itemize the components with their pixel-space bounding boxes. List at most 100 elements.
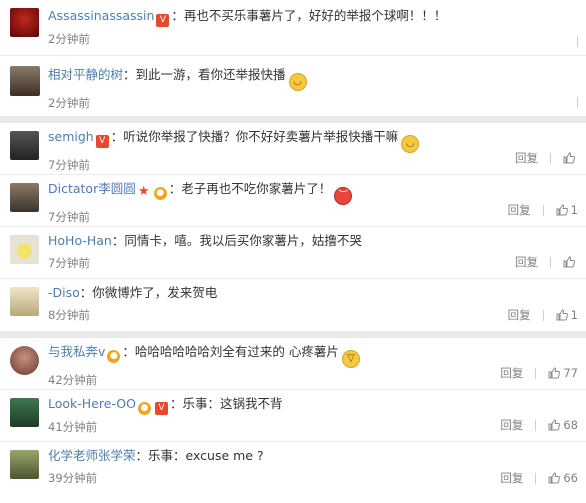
thumbs-up-icon: [563, 152, 575, 164]
user-name[interactable]: 化学老师张学荣: [48, 448, 136, 463]
comment-actions: 回复 1: [508, 202, 578, 218]
comment-text: ：同情卡，嘻。我以后买你家薯片，姑撸不哭: [111, 233, 362, 248]
comment-actions: 回复: [515, 150, 578, 166]
user-avatar[interactable]: [10, 450, 39, 479]
comment-text: ：哈哈哈哈哈哈刘全有过来的 心疼薯片: [122, 344, 339, 359]
divider: [577, 36, 578, 47]
user-avatar[interactable]: [10, 398, 39, 427]
comment-item: -Diso：你微博炸了，发来贺电 8分钟前 回复 1: [0, 279, 586, 331]
comment-text: ：老子再也不吃你家薯片了！: [168, 181, 332, 196]
comment-time: 2分钟前: [48, 96, 90, 110]
user-avatar[interactable]: [10, 235, 39, 264]
reply-button[interactable]: 回复: [515, 254, 538, 270]
like-count: 1: [570, 203, 578, 217]
comment-actions: 回复: [515, 254, 578, 270]
member-badge-icon: V: [95, 135, 109, 148]
comment-item: 相对平静的树：到此一游，看你还举报快播 ◡ 2分钟前: [0, 56, 586, 116]
like-count: 66: [563, 471, 578, 485]
member-badge-icon: V: [156, 14, 170, 27]
gold-medal-icon: ●: [137, 402, 151, 415]
thumbs-up-icon: [548, 367, 561, 379]
reply-button[interactable]: 回复: [508, 202, 531, 218]
laugh-emoji-icon: ▽: [341, 350, 360, 368]
comment-actions: 回复 77: [500, 365, 578, 381]
user-avatar[interactable]: [10, 66, 40, 96]
like-button[interactable]: [563, 256, 578, 268]
comment-text: ：你微博炸了，发来贺电: [79, 285, 218, 300]
like-count: 68: [563, 418, 578, 432]
thumbs-up-icon: [548, 419, 561, 431]
divider: [535, 367, 537, 379]
comment-block-2: semigh V ：听说你举报了快播？你不好好卖薯片举报快播干嘛 ◡ 7分钟前 回复 …: [0, 123, 586, 331]
comment-block-3: 与我私奔v ● ：哈哈哈哈哈哈刘全有过来的 心疼薯片 ▽ 42分钟前 回复 77 Lo…: [0, 338, 586, 494]
like-count: 1: [570, 308, 578, 322]
divider: [550, 256, 551, 268]
comment-time: 7分钟前: [48, 158, 90, 172]
user-avatar[interactable]: [10, 287, 39, 316]
comment-actions: 回复 66: [500, 470, 578, 486]
user-avatar[interactable]: [10, 346, 39, 375]
divider: [550, 152, 551, 164]
comment-item: semigh V ：听说你举报了快播？你不好好卖薯片举报快播干嘛 ◡ 7分钟前 回复: [0, 123, 586, 175]
user-avatar[interactable]: [10, 183, 39, 212]
divider: [542, 309, 544, 321]
comment-text: ：乐事：excuse me ?: [135, 448, 264, 463]
reply-button[interactable]: 回复: [500, 470, 523, 486]
smirk-emoji-icon: ◡: [288, 73, 307, 91]
user-avatar[interactable]: [10, 8, 39, 37]
comment-text: ：听说你举报了快播？你不好好卖薯片举报快播干嘛: [110, 129, 399, 144]
reply-button[interactable]: 回复: [508, 307, 531, 323]
user-name[interactable]: semigh: [48, 129, 94, 144]
user-name[interactable]: Dictator李圆圆: [48, 181, 136, 196]
comment-time: 42分钟前: [48, 373, 98, 387]
comment-text: ：乐事：这锅我不背: [169, 396, 283, 411]
member-badge-icon: V: [154, 402, 168, 415]
comment-time: 7分钟前: [48, 256, 90, 270]
user-name[interactable]: HoHo-Han: [48, 233, 112, 248]
like-button[interactable]: 1: [556, 203, 578, 217]
like-button[interactable]: 1: [556, 308, 578, 322]
reply-button[interactable]: 回复: [515, 150, 538, 166]
gold-medal-icon: ●: [107, 350, 121, 363]
angry-emoji-icon: ︶: [334, 187, 353, 205]
like-button[interactable]: [563, 152, 578, 164]
comment-item: 化学老师张学荣：乐事：excuse me ? 39分钟前 回复 66: [0, 442, 586, 494]
user-name[interactable]: Assassinassassin: [48, 8, 154, 23]
like-button[interactable]: 68: [548, 418, 578, 432]
section-separator: [0, 116, 586, 123]
user-avatar[interactable]: [10, 131, 39, 160]
divider: [542, 204, 544, 216]
comment-actions: 回复 1: [508, 307, 578, 323]
comment-actions: 回复 68: [500, 417, 578, 433]
like-button[interactable]: 77: [548, 366, 578, 380]
divider: [535, 472, 537, 484]
comment-actions: [577, 36, 578, 47]
user-name[interactable]: 相对平静的树: [48, 67, 123, 82]
comment-block-1: Assassinassassin V ：再也不买乐事薯片了，好好的举报个球啊！！！ …: [0, 0, 586, 116]
like-count: 77: [563, 366, 578, 380]
divider: [535, 419, 537, 431]
user-name[interactable]: Look-Here-OO: [48, 396, 136, 411]
comment-time: 8分钟前: [48, 308, 90, 322]
comment-time: 7分钟前: [48, 210, 90, 224]
comment-time: 2分钟前: [48, 32, 90, 46]
comment-actions: [577, 97, 578, 108]
reply-button[interactable]: 回复: [500, 417, 523, 433]
comment-item: Assassinassassin V ：再也不买乐事薯片了，好好的举报个球啊！！！ …: [0, 0, 586, 56]
smirk-emoji-icon: ◡: [401, 135, 420, 153]
comment-item: Look-Here-OO ● V ：乐事：这锅我不背 41分钟前 回复 68: [0, 390, 586, 442]
like-button[interactable]: 66: [548, 471, 578, 485]
user-name[interactable]: -Diso: [48, 285, 80, 300]
user-name[interactable]: 与我私奔v: [48, 344, 105, 359]
thumbs-up-icon: [563, 256, 575, 268]
thumbs-up-icon: [556, 204, 568, 216]
comment-text: ：再也不买乐事薯片了，好好的举报个球啊！！！: [171, 8, 447, 23]
comment-text: ：到此一游，看你还举报快播: [123, 67, 286, 82]
thumbs-up-icon: [548, 472, 561, 484]
section-separator: [0, 331, 586, 338]
reply-button[interactable]: 回复: [500, 365, 523, 381]
comment-list: Assassinassassin V ：再也不买乐事薯片了，好好的举报个球啊！！！ …: [0, 0, 586, 494]
gold-medal-icon: ●: [153, 187, 167, 200]
comment-item: HoHo-Han：同情卡，嘻。我以后买你家薯片，姑撸不哭 7分钟前 回复: [0, 227, 586, 279]
comment-item: 与我私奔v ● ：哈哈哈哈哈哈刘全有过来的 心疼薯片 ▽ 42分钟前 回复 77: [0, 338, 586, 390]
